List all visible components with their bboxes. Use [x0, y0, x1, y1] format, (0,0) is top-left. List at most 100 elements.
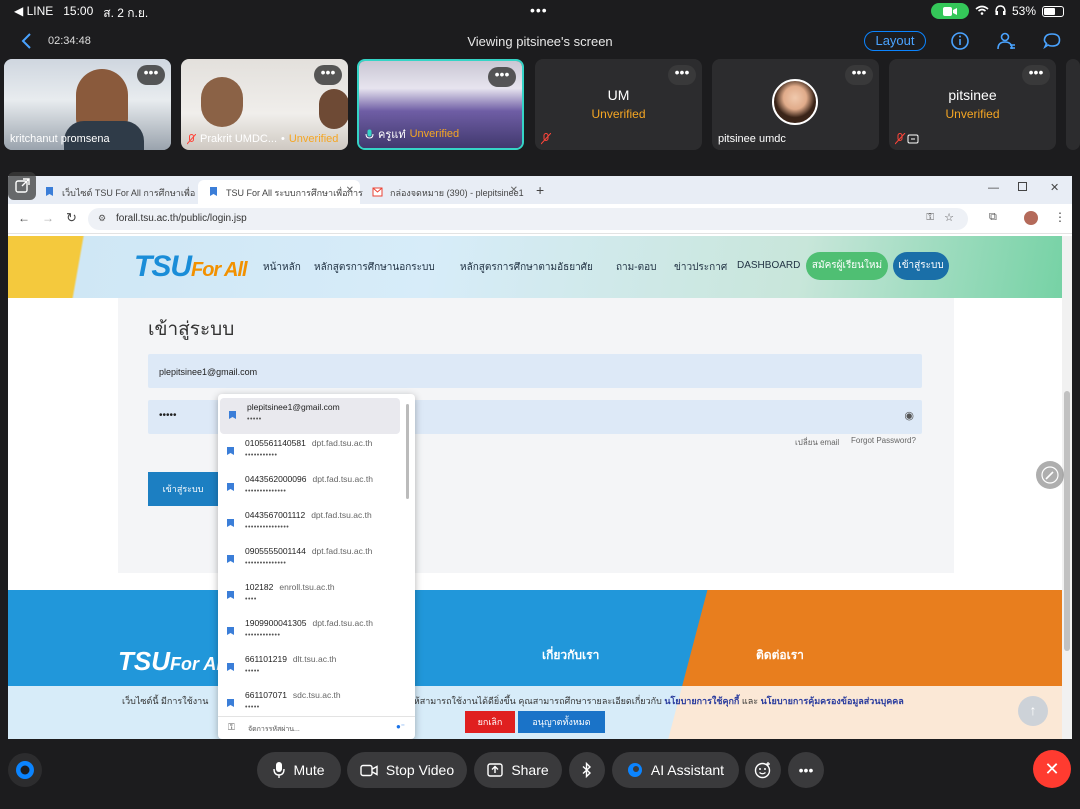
autofill-item[interactable]: 0443567001112 dpt.fad.tsu.ac.th •••••••••…: [218, 506, 408, 542]
forgot-password-link[interactable]: Forgot Password?: [851, 436, 916, 445]
nav-informal-courses[interactable]: หลักสูตรการศึกษาตามอัธยาศัย: [460, 260, 593, 275]
site-info-icon[interactable]: ⚙: [98, 213, 106, 224]
mute-button[interactable]: Mute: [257, 752, 341, 788]
browser-tab-bar: เว็บไซต์ TSU For All การศึกษาเพื่อ TSU F…: [8, 176, 1072, 204]
show-password-eye-icon[interactable]: ◉: [904, 409, 914, 422]
ai-assistant-button[interactable]: AI Assistant: [612, 752, 739, 788]
more-options-button[interactable]: •••: [845, 65, 873, 85]
video-tile-active-speaker[interactable]: ••• ครูแท๋ Unverified: [357, 59, 524, 150]
mic-muted-icon: [541, 133, 551, 145]
browser-tab-active[interactable]: TSU For All ระบบการศึกษาเพื่อการ ✕: [198, 180, 363, 204]
more-options-button[interactable]: •••: [137, 65, 165, 85]
participant-name: Prakrit UMDC...: [200, 133, 277, 145]
avatar: [772, 79, 818, 125]
video-tile[interactable]: ••• kritchanut promsena: [4, 59, 171, 150]
share-button[interactable]: Share: [474, 752, 562, 788]
mic-muted-icon: [187, 133, 196, 144]
browser-tab[interactable]: เว็บไซต์ TSU For All การศึกษาเพื่อ: [34, 180, 196, 204]
stop-video-button[interactable]: Stop Video: [347, 752, 467, 788]
site-favicon-icon: [227, 483, 234, 491]
nav-nonformal-courses[interactable]: หลักสูตรการศึกษานอกระบบ: [314, 260, 435, 275]
cookie-cancel-button[interactable]: ยกเลิก: [465, 711, 515, 733]
bluetooth-audio-button[interactable]: [569, 752, 605, 788]
address-bar[interactable]: ⚙ forall.tsu.ac.th/public/login.jsp ⚿ ☆: [88, 208, 968, 230]
more-options-button[interactable]: •••: [314, 65, 342, 85]
cookie-accept-all-button[interactable]: อนุญาตทั้งหมด: [518, 711, 605, 733]
maximize-window-icon[interactable]: [1018, 182, 1027, 191]
forward-arrow-icon[interactable]: →: [42, 211, 54, 225]
autofill-item[interactable]: 102182 enroll.tsu.ac.th ••••: [218, 578, 408, 614]
chat-icon[interactable]: [1042, 31, 1062, 51]
page-scrollbar-thumb[interactable]: [1064, 391, 1070, 651]
back-to-app[interactable]: ◀ LINE: [14, 4, 53, 23]
participant-name: pitsinee: [948, 87, 997, 103]
video-tile[interactable]: ••• UM Unverified: [535, 59, 702, 150]
browser-toolbar: ← → ↻ ⚙ forall.tsu.ac.th/public/login.js…: [8, 204, 1072, 234]
emoji-reaction-icon: [754, 762, 771, 779]
nav-faq[interactable]: ถาม-ตอบ: [616, 260, 656, 275]
nav-home[interactable]: หน้าหลัก: [263, 260, 301, 275]
scroll-to-top-button[interactable]: ↑: [1018, 696, 1048, 726]
unverified-badge: Unverified: [409, 128, 460, 140]
nav-dashboard[interactable]: DASHBOARD: [737, 260, 800, 271]
video-tile-partial[interactable]: [1066, 59, 1080, 150]
site-favicon-icon: [227, 699, 234, 707]
extensions-icon[interactable]: ⧉: [989, 211, 997, 224]
unverified-badge: Unverified: [945, 107, 1000, 121]
more-options-button[interactable]: •••: [1022, 65, 1050, 85]
back-arrow-icon[interactable]: ←: [18, 211, 30, 225]
participant-name: ครูแท๋: [378, 129, 406, 141]
new-tab-button[interactable]: +: [536, 182, 544, 198]
close-tab-icon[interactable]: ✕: [510, 185, 518, 196]
more-options-button[interactable]: •••: [488, 67, 516, 87]
password-autofill-dropdown: plepitsinee1@gmail.com ••••• 01055611405…: [218, 394, 415, 739]
autofill-item[interactable]: 0905555001144 dpt.fad.tsu.ac.th •••••••••…: [218, 542, 408, 578]
site-header: TSUFor All หน้าหลัก หลักสูตรการศึกษานอกร…: [8, 236, 1062, 298]
multitask-dots[interactable]: •••: [530, 2, 548, 18]
profile-avatar[interactable]: [1024, 211, 1038, 225]
manage-passwords-link[interactable]: ⚿ จัดการรหัสผ่าน... ●⁻: [218, 716, 415, 739]
site-favicon-icon: [227, 519, 234, 527]
login-submit-button[interactable]: เข้าสู่ระบบ: [148, 472, 218, 506]
reload-icon[interactable]: ↻: [66, 210, 77, 226]
email-field[interactable]: plepitsinee1@gmail.com: [148, 354, 922, 388]
bookmark-star-icon[interactable]: ☆: [944, 211, 954, 224]
more-button[interactable]: •••: [788, 752, 824, 788]
video-tile[interactable]: ••• pitsinee Unverified: [889, 59, 1056, 150]
browser-menu-icon[interactable]: ⋮: [1054, 210, 1066, 224]
participant-name: UM: [607, 87, 630, 103]
cookie-policy-link[interactable]: นโยบายการใช้คุกกี้: [664, 696, 739, 706]
autofill-item[interactable]: 0105561140581 dpt.fad.tsu.ac.th •••••••••…: [218, 434, 408, 470]
autofill-item[interactable]: 661101219 dlt.tsu.ac.th •••••: [218, 650, 408, 686]
reactions-button[interactable]: [745, 752, 781, 788]
nav-login-button[interactable]: เข้าสู่ระบบ: [893, 252, 949, 280]
autofill-item[interactable]: plepitsinee1@gmail.com •••••: [220, 398, 400, 434]
privacy-policy-link[interactable]: นโยบายการคุ้มครองข้อมูลส่วนบุคคล: [761, 696, 904, 706]
close-window-icon[interactable]: ✕: [1050, 181, 1059, 194]
site-logo[interactable]: TSUFor All: [134, 250, 248, 284]
autofill-item[interactable]: 1909900041305 dpt.fad.tsu.ac.th •••••••••…: [218, 614, 408, 650]
video-tile[interactable]: ••• Prakrit UMDC... • Unverified: [181, 59, 348, 150]
status-bar: ◀ LINE 15:00 ส. 2 ก.ย. ••• 53%: [0, 0, 1080, 22]
autofill-item[interactable]: 0443562000096 dpt.fad.tsu.ac.th •••••••••…: [218, 470, 408, 506]
minimize-window-icon[interactable]: —: [988, 182, 999, 194]
popout-button[interactable]: [8, 172, 36, 200]
info-icon[interactable]: [950, 31, 970, 51]
annotate-button[interactable]: [1036, 461, 1064, 489]
change-email-link[interactable]: เปลี่ยน email: [795, 436, 839, 449]
participants-icon[interactable]: [996, 31, 1016, 51]
zoom-app-icon[interactable]: [8, 753, 42, 787]
password-key-icon[interactable]: ⚿: [926, 212, 934, 223]
close-tab-icon[interactable]: ✕: [346, 185, 354, 196]
layout-button[interactable]: Layout: [864, 31, 926, 51]
register-button[interactable]: สมัครผู้เรียนใหม่: [806, 252, 888, 280]
nav-news[interactable]: ข่าวประกาศ: [674, 260, 727, 275]
browser-tab[interactable]: กล่องจดหมาย (390) - plepitsinee1 ✕: [362, 180, 524, 204]
participant-face: [76, 69, 128, 129]
share-screen-icon: [487, 763, 504, 777]
video-tile[interactable]: ••• pitsinee umdc: [712, 59, 879, 150]
more-options-button[interactable]: •••: [668, 65, 696, 85]
microphone-icon: [273, 762, 286, 778]
end-meeting-button[interactable]: ✕: [1033, 750, 1071, 788]
wifi-icon: [975, 4, 989, 18]
